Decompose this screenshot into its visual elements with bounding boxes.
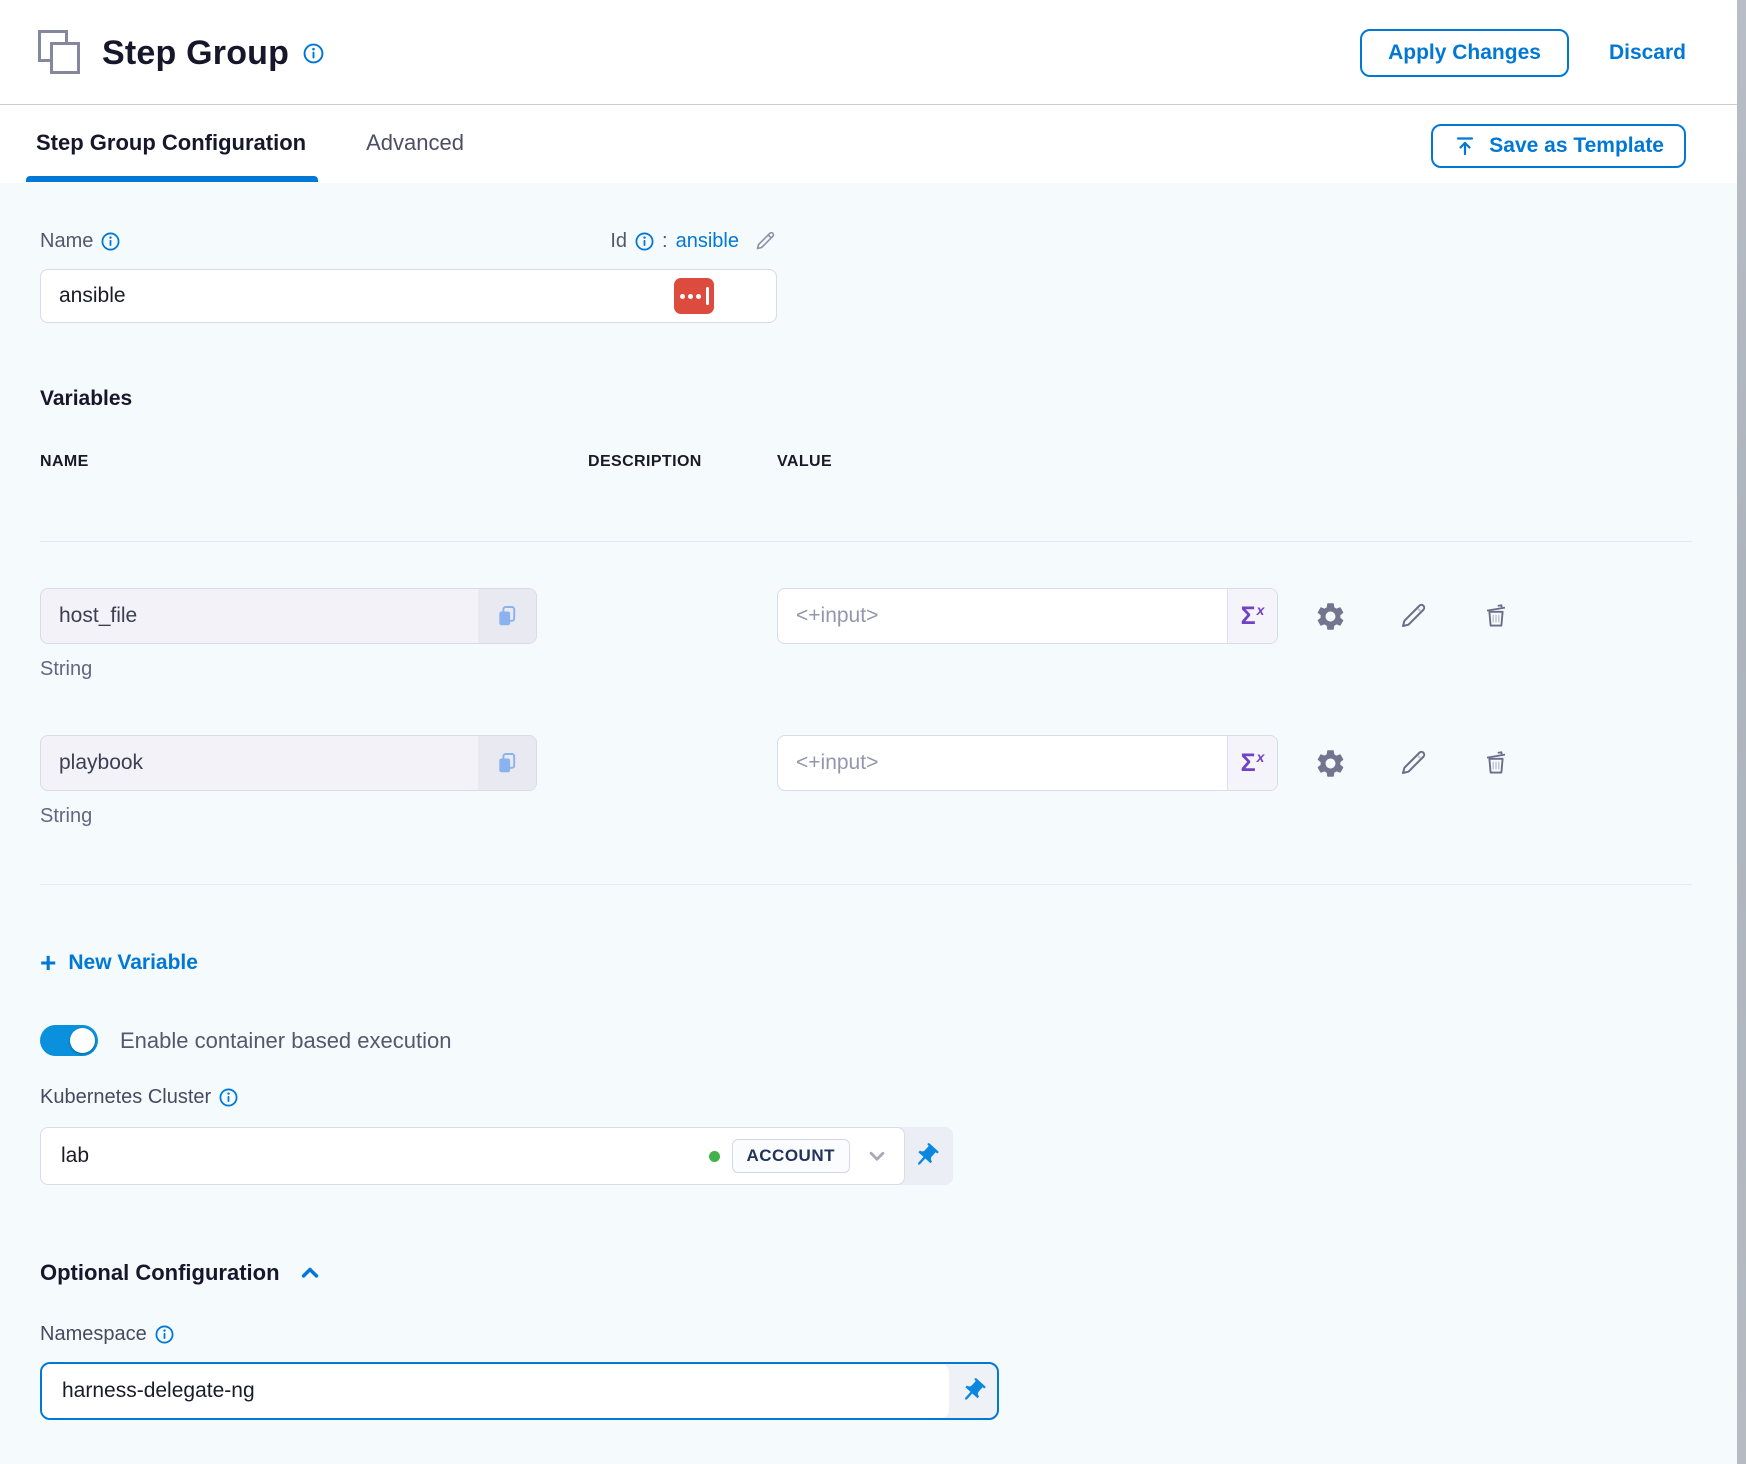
namespace-label: Namespace: [40, 1323, 147, 1346]
step-group-panel: Step Group Apply Changes Discard Step Gr…: [0, 0, 1746, 1464]
plus-icon: +: [40, 949, 56, 977]
delete-variable-button[interactable]: [1481, 748, 1511, 778]
column-header-value: VALUE: [777, 453, 1692, 471]
variable-name-text: host_file: [41, 589, 478, 643]
kubernetes-cluster-info-icon[interactable]: [219, 1088, 238, 1107]
tab-advanced[interactable]: Advanced: [366, 122, 464, 182]
id-colon: :: [662, 230, 668, 253]
variable-value-widget: Σx: [777, 735, 1278, 791]
variable-value-input[interactable]: [778, 736, 1227, 790]
variable-settings-button[interactable]: [1314, 747, 1347, 780]
pencil-icon: [1397, 747, 1429, 779]
namespace-label-group: Namespace: [40, 1323, 174, 1346]
container-execution-toggle[interactable]: [40, 1025, 98, 1056]
kubernetes-cluster-label-group: Kubernetes Cluster: [40, 1086, 238, 1109]
container-execution-row: Enable container based execution: [40, 1025, 1692, 1056]
id-value: ansible: [676, 230, 739, 253]
edit-variable-button[interactable]: [1397, 600, 1429, 632]
variable-type-label: String: [40, 658, 588, 681]
name-id-row: Name Id : ansible: [40, 229, 777, 253]
scope-badge: ACCOUNT: [732, 1139, 851, 1173]
pin-icon: [906, 1136, 946, 1176]
chevron-down-icon[interactable]: [864, 1143, 890, 1169]
variable-name-text: playbook: [41, 736, 478, 790]
name-info-icon[interactable]: [101, 232, 120, 251]
save-as-template-button[interactable]: Save as Template: [1431, 124, 1686, 168]
connector-status-dot: [709, 1151, 720, 1162]
container-execution-label: Enable container based execution: [120, 1028, 451, 1054]
trash-icon: [1481, 748, 1511, 778]
variable-row-playbook: playbook String Σx: [40, 735, 1692, 828]
optional-configuration-header[interactable]: Optional Configuration: [40, 1259, 1692, 1287]
pin-icon: [953, 1371, 993, 1411]
title-info-icon[interactable]: [303, 43, 324, 64]
expression-sigma-icon[interactable]: Σx: [1227, 589, 1277, 643]
upload-icon: [1453, 134, 1477, 158]
new-variable-button[interactable]: + New Variable: [40, 949, 198, 977]
variable-settings-button[interactable]: [1314, 600, 1347, 633]
variable-name-widget: playbook: [40, 735, 537, 791]
panel-edge: [1737, 0, 1746, 1464]
name-label: Name: [40, 230, 93, 253]
kubernetes-cluster-input[interactable]: [41, 1144, 709, 1168]
kubernetes-cluster-select[interactable]: ACCOUNT: [40, 1127, 905, 1185]
header-actions: Apply Changes Discard: [1360, 29, 1686, 77]
id-label: Id: [610, 230, 627, 253]
column-header-name: NAME: [40, 453, 588, 471]
kubernetes-cluster-label: Kubernetes Cluster: [40, 1086, 211, 1109]
pin-namespace-section[interactable]: [949, 1364, 997, 1418]
password-manager-icon[interactable]: [674, 278, 714, 314]
step-group-configuration-form: Name Id : ansible: [0, 183, 1746, 1464]
name-input[interactable]: [41, 270, 674, 322]
delete-variable-button[interactable]: [1481, 601, 1511, 631]
namespace-info-icon[interactable]: [155, 1325, 174, 1344]
panel-header: Step Group Apply Changes Discard: [0, 0, 1746, 105]
copy-icon[interactable]: [478, 736, 536, 790]
variable-type-label: String: [40, 805, 588, 828]
edit-id-icon[interactable]: [753, 229, 777, 253]
kubernetes-cluster-widget: ACCOUNT: [40, 1127, 953, 1185]
copy-icon[interactable]: [478, 589, 536, 643]
variables-header-row: NAME DESCRIPTION VALUE: [40, 453, 1692, 471]
pencil-icon: [1397, 600, 1429, 632]
tab-bar: Step Group Configuration Advanced Save a…: [0, 105, 1746, 183]
column-header-description: DESCRIPTION: [588, 453, 777, 471]
name-input-widget: [40, 269, 777, 323]
tab-step-group-configuration[interactable]: Step Group Configuration: [36, 122, 306, 182]
chevron-up-icon: [296, 1259, 324, 1287]
name-label-group: Name: [40, 230, 120, 253]
variables-section-title: Variables: [40, 387, 1692, 411]
optional-configuration-title: Optional Configuration: [40, 1260, 280, 1286]
namespace-widget: [40, 1362, 999, 1420]
gear-icon: [1314, 747, 1347, 780]
table-divider-top: [40, 541, 1692, 542]
id-info-icon[interactable]: [635, 232, 654, 251]
variable-row-host-file: host_file String Σx: [40, 588, 1692, 681]
header-title-group: Step Group: [36, 26, 324, 80]
variable-value-widget: Σx: [777, 588, 1278, 644]
expression-sigma-icon[interactable]: Σx: [1227, 736, 1277, 790]
variable-value-cell: Σx: [777, 588, 1692, 644]
variable-value-cell: Σx: [777, 735, 1692, 791]
variable-value-input[interactable]: [778, 589, 1227, 643]
variable-name-widget: host_file: [40, 588, 537, 644]
step-group-icon: [36, 26, 88, 80]
trash-icon: [1481, 601, 1511, 631]
discard-button[interactable]: Discard: [1609, 41, 1686, 65]
namespace-input[interactable]: [42, 1379, 949, 1403]
apply-changes-button[interactable]: Apply Changes: [1360, 29, 1569, 77]
page-title: Step Group: [102, 34, 289, 73]
edit-variable-button[interactable]: [1397, 747, 1429, 779]
gear-icon: [1314, 600, 1347, 633]
id-line: Id : ansible: [610, 229, 777, 253]
